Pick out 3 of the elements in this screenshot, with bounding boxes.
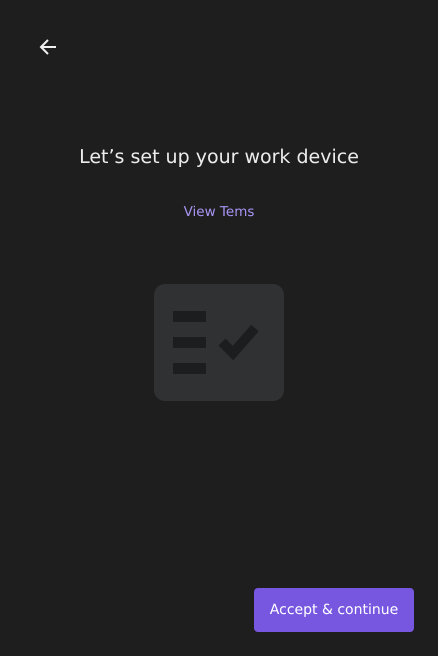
- view-terms-link[interactable]: View Tems: [184, 204, 254, 220]
- page-title: Let’s set up your work device: [78, 146, 360, 168]
- accept-continue-button[interactable]: Accept & continue: [254, 588, 414, 632]
